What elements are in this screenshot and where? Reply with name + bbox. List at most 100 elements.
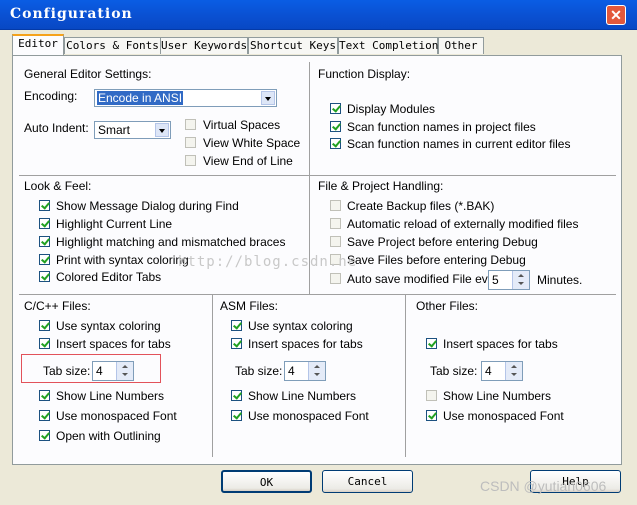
auto-indent-value: Smart [98,123,131,137]
c-monospaced-checkbox[interactable] [39,410,50,421]
divider [212,295,213,457]
scan-current-label: Scan function names in current editor fi… [347,137,571,151]
watermark: http://blog.csdn.ne [178,254,358,270]
spinner-arrows-icon[interactable] [505,362,522,380]
annotation-highlight-box [21,354,161,383]
auto-save-label: Auto save modified File every [347,272,505,286]
view-end-of-line-label: View End of Line [203,154,293,168]
asm-insert-spaces-checkbox[interactable] [231,338,242,349]
spinner-arrows-icon[interactable] [308,362,325,380]
asm-tab-size-spinner[interactable]: 4 [284,361,326,381]
c-tab-size-label: Tab size: [43,364,91,378]
file-handling-heading: File & Project Handling: [318,179,444,193]
other-tab-size-spinner[interactable]: 4 [481,361,523,381]
auto-save-minutes-spinner[interactable]: 5 [488,270,530,290]
encoding-select[interactable]: Encode in ANSI [94,89,277,107]
chevron-down-icon[interactable] [155,123,169,137]
window-title: Configuration [10,6,133,22]
tab-user-keywords[interactable]: User Keywords [160,37,248,54]
encoding-value: Encode in ANSI [97,91,184,105]
c-tab-size-value: 4 [96,364,103,378]
auto-save-minutes-value: 5 [492,273,499,287]
encoding-label: Encoding: [24,89,78,103]
asm-tab-size-label: Tab size: [235,364,283,378]
tab-other[interactable]: Other [438,37,484,54]
other-files-heading: Other Files: [416,299,479,313]
save-project-checkbox[interactable] [330,236,341,247]
c-use-syntax-label: Use syntax coloring [56,319,161,333]
show-message-dialog-checkbox[interactable] [39,200,50,211]
other-show-line-numbers-label: Show Line Numbers [443,389,552,403]
other-show-line-numbers-checkbox[interactable] [426,390,437,401]
c-show-line-numbers-label: Show Line Numbers [56,389,165,403]
auto-reload-checkbox[interactable] [330,218,341,229]
asm-files-heading: ASM Files: [220,299,279,313]
auto-save-checkbox[interactable] [330,273,341,284]
c-insert-spaces-checkbox[interactable] [39,338,50,349]
save-project-label: Save Project before entering Debug [347,235,538,249]
other-insert-spaces-checkbox[interactable] [426,338,437,349]
look-feel-heading: Look & Feel: [24,179,92,193]
scan-project-label: Scan function names in project files [347,120,536,134]
display-modules-label: Display Modules [347,102,436,116]
auto-indent-label: Auto Indent: [24,121,89,135]
other-monospaced-label: Use monospaced Font [443,409,564,423]
minutes-label: Minutes. [537,273,583,287]
view-white-space-label: View White Space [203,136,301,150]
c-outlining-checkbox[interactable] [39,430,50,441]
look-feel-item: Print with syntax coloring [56,253,189,267]
asm-show-line-numbers-checkbox[interactable] [231,390,242,401]
chevron-down-icon[interactable] [261,91,275,105]
look-feel-item: Colored Editor Tabs [56,270,162,284]
c-files-heading: C/C++ Files: [24,299,91,313]
configuration-dialog: Configuration ✕ Editor Colors & Fonts Us… [0,0,637,505]
spinner-arrows-icon[interactable] [512,271,529,289]
create-backup-label: Create Backup files (*.BAK) [347,199,495,213]
tab-colors-fonts[interactable]: Colors & Fonts [64,37,161,54]
asm-monospaced-label: Use monospaced Font [248,409,369,423]
cancel-button[interactable]: Cancel [322,470,413,493]
asm-use-syntax-label: Use syntax coloring [248,319,353,333]
general-settings-heading: General Editor Settings: [24,67,152,81]
divider [19,294,616,295]
highlight-current-line-checkbox[interactable] [39,218,50,229]
tab-shortcut-keys[interactable]: Shortcut Keys [248,37,338,54]
c-tab-size-spinner[interactable]: 4 [92,361,134,381]
look-feel-item: Highlight matching and mismatched braces [56,235,286,249]
csdn-watermark: CSDN @yutian0606 [480,478,607,494]
auto-indent-select[interactable]: Smart [94,121,171,139]
asm-show-line-numbers-label: Show Line Numbers [248,389,357,403]
virtual-spaces-checkbox[interactable] [185,119,196,130]
display-modules-checkbox[interactable] [330,103,341,114]
other-insert-spaces-label: Insert spaces for tabs [443,337,558,351]
tab-editor[interactable]: Editor [12,34,64,55]
c-monospaced-label: Use monospaced Font [56,409,177,423]
c-insert-spaces-label: Insert spaces for tabs [56,337,171,351]
c-use-syntax-checkbox[interactable] [39,320,50,331]
colored-editor-tabs-checkbox[interactable] [39,271,50,282]
view-white-space-checkbox[interactable] [185,137,196,148]
scan-project-checkbox[interactable] [330,121,341,132]
function-display-heading: Function Display: [318,67,411,81]
tab-text-completion[interactable]: Text Completion [338,37,438,54]
c-show-line-numbers-checkbox[interactable] [39,390,50,401]
asm-use-syntax-checkbox[interactable] [231,320,242,331]
view-end-of-line-checkbox[interactable] [185,155,196,166]
highlight-braces-checkbox[interactable] [39,236,50,247]
virtual-spaces-label: Virtual Spaces [203,118,281,132]
title-bar[interactable]: Configuration ✕ [0,0,637,30]
other-monospaced-checkbox[interactable] [426,410,437,421]
divider [19,175,616,176]
look-feel-item: Show Message Dialog during Find [56,199,239,213]
scan-current-checkbox[interactable] [330,138,341,149]
other-tab-size-label: Tab size: [430,364,478,378]
asm-insert-spaces-label: Insert spaces for tabs [248,337,363,351]
look-feel-item: Highlight Current Line [56,217,173,231]
asm-monospaced-checkbox[interactable] [231,410,242,421]
close-button[interactable]: ✕ [606,5,626,25]
close-icon: ✕ [610,7,622,23]
print-syntax-coloring-checkbox[interactable] [39,254,50,265]
spinner-arrows-icon[interactable] [116,362,133,380]
create-backup-checkbox[interactable] [330,200,341,211]
ok-button[interactable]: OK [221,470,312,493]
